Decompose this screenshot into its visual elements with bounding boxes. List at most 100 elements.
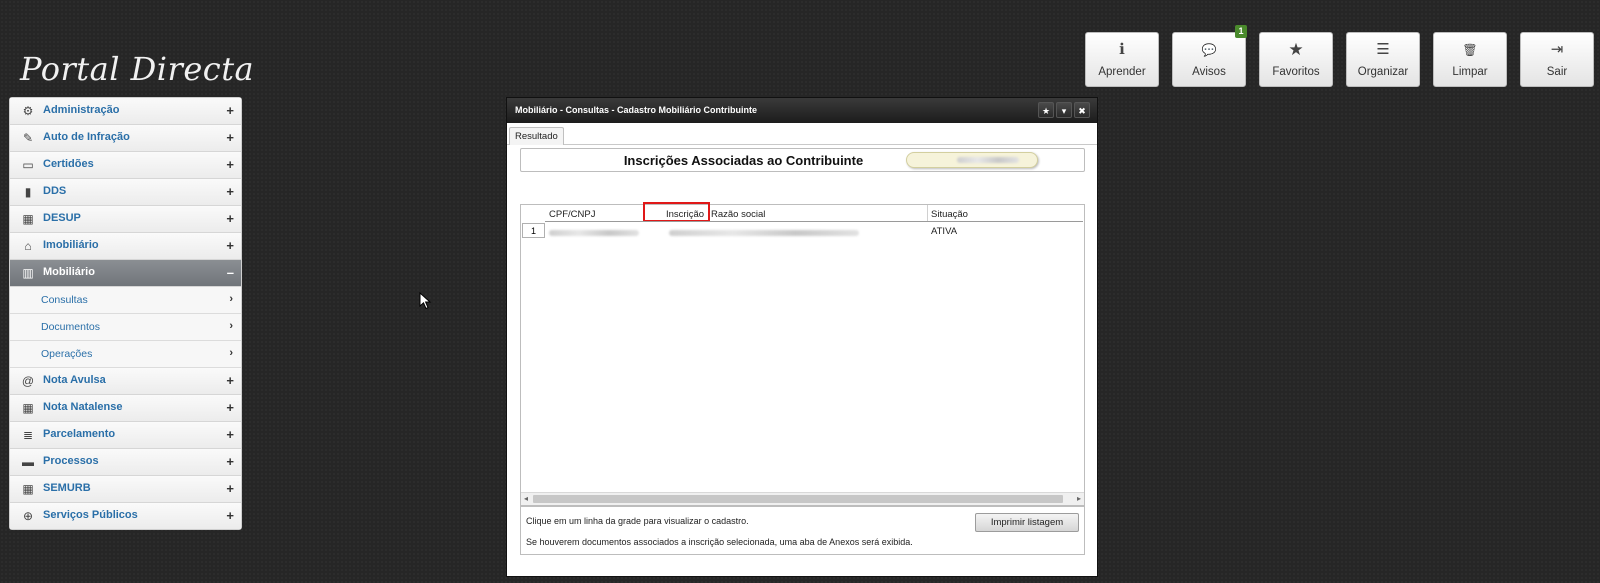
sidebar-item-nota-avulsa[interactable]: @ Nota Avulsa + — [10, 368, 241, 395]
window-titlebar[interactable]: Mobiliário - Consultas - Cadastro Mobili… — [507, 98, 1097, 123]
trash-icon: 🗑 — [1462, 43, 1478, 57]
expand-icon: + — [226, 184, 234, 199]
gear-icon: ⚙ — [22, 104, 34, 118]
building-icon: ▥ — [22, 266, 34, 280]
expand-icon: + — [226, 157, 234, 172]
window-menu-icon[interactable]: ▾ — [1056, 102, 1072, 118]
expand-icon: + — [226, 427, 234, 442]
submenu-item-label: Consultas — [41, 294, 88, 306]
favoritos-button[interactable]: ★ Favoritos — [1259, 32, 1333, 87]
sair-button[interactable]: ⇥ Sair — [1520, 32, 1594, 87]
scroll-left-icon[interactable]: ◂ — [524, 493, 528, 505]
chevron-right-icon: › — [229, 347, 233, 359]
organizar-button[interactable]: ☰ Organizar — [1346, 32, 1420, 87]
page-title: Inscrições Associadas ao Contribuinte — [623, 153, 864, 168]
contribuinte-id-field — [906, 152, 1038, 168]
sidebar-item-label: Nota Avulsa — [43, 374, 106, 386]
info-icon: ℹ — [1119, 41, 1125, 58]
mouse-cursor-icon — [419, 292, 432, 310]
chevron-right-icon: › — [229, 320, 233, 332]
sidebar-item-parcelamento[interactable]: ≣ Parcelamento + — [10, 422, 241, 449]
aprender-button[interactable]: ℹ Aprender — [1085, 32, 1159, 87]
sidebar-item-semurb[interactable]: ▦ SEMURB + — [10, 476, 241, 503]
document-icon: ▮ — [24, 185, 32, 199]
favorite-star-icon[interactable]: ★ — [1038, 102, 1054, 118]
sidebar-menu: ⚙ Administração + ✎ Auto de Infração + ▭… — [9, 97, 242, 530]
edit-icon: ✎ — [22, 131, 34, 145]
list-icon: ☰ — [1376, 41, 1390, 58]
sidebar-item-label: Mobiliário — [43, 266, 95, 278]
submenu-item-operacoes[interactable]: Operações › — [10, 341, 241, 368]
home-icon: ⌂ — [24, 239, 32, 253]
redacted-value — [957, 157, 1019, 163]
sidebar-item-processos[interactable]: ▬ Processos + — [10, 449, 241, 476]
limpar-button[interactable]: 🗑 Limpar — [1433, 32, 1507, 87]
at-icon: @ — [21, 374, 35, 388]
expand-icon: + — [226, 373, 234, 388]
app-logo: Portal Directa — [20, 50, 255, 88]
column-divider — [927, 205, 928, 221]
column-header-cpf-cnpj[interactable]: CPF/CNPJ — [549, 209, 595, 220]
sidebar-item-label: DESUP — [43, 212, 81, 224]
column-header-razao-social[interactable]: Razão social — [711, 209, 765, 220]
submenu-item-documentos[interactable]: Documentos › — [10, 314, 241, 341]
scroll-right-icon[interactable]: ▸ — [1077, 493, 1081, 505]
favoritos-label: Favoritos — [1272, 66, 1320, 78]
avisos-label: Avisos — [1192, 66, 1226, 78]
sidebar-item-label: Auto de Infração — [43, 131, 130, 143]
sidebar-item-certidoes[interactable]: ▭ Certidões + — [10, 152, 241, 179]
expand-icon: + — [226, 130, 234, 145]
expand-icon: + — [226, 238, 234, 253]
close-icon[interactable]: ✖ — [1074, 102, 1090, 118]
sidebar-item-nota-natalense[interactable]: ▦ Nota Natalense + — [10, 395, 241, 422]
submenu-item-label: Documentos — [41, 321, 100, 333]
collapse-icon: – — [226, 265, 234, 280]
sidebar-item-label: Certidões — [43, 158, 94, 170]
footer-info: Clique em um linha da grade para visuali… — [520, 506, 1085, 555]
grid-icon: ▦ — [22, 482, 34, 496]
grid-icon: ▦ — [22, 212, 34, 226]
horizontal-scrollbar[interactable]: ◂ ▸ — [521, 492, 1084, 505]
sidebar-item-label: SEMURB — [43, 482, 91, 494]
sidebar-item-dds[interactable]: ▮ DDS + — [10, 179, 241, 206]
stack-icon: ≣ — [22, 428, 34, 442]
sidebar-item-label: DDS — [43, 185, 67, 197]
sidebar-item-mobiliario[interactable]: ▥ Mobiliário – — [10, 260, 241, 287]
exit-icon: ⇥ — [1550, 41, 1564, 58]
tab-resultado[interactable]: Resultado — [509, 127, 564, 145]
submenu-item-consultas[interactable]: Consultas › — [10, 287, 241, 314]
row-number[interactable]: 1 — [522, 223, 545, 238]
sidebar-item-servicos-publicos[interactable]: ⊕ Serviços Públicos + — [10, 503, 241, 529]
column-header-situacao[interactable]: Situação — [931, 209, 968, 220]
header-divider — [545, 221, 1083, 222]
limpar-label: Limpar — [1452, 66, 1488, 78]
sidebar-item-auto-de-infracao[interactable]: ✎ Auto de Infração + — [10, 125, 241, 152]
sidebar-item-imobiliario[interactable]: ⌂ Imobiliário + — [10, 233, 241, 260]
grid-icon: ▦ — [22, 401, 34, 415]
globe-icon: ⊕ — [22, 509, 34, 523]
column-header-inscricao[interactable]: Inscrição — [666, 209, 704, 220]
expand-icon: + — [226, 103, 234, 118]
expand-icon: + — [226, 211, 234, 226]
avisos-button[interactable]: 1 💬 Avisos — [1172, 25, 1247, 87]
sair-label: Sair — [1546, 66, 1568, 78]
situacao-cell: ATIVA — [931, 226, 958, 237]
chat-icon: 💬 — [1201, 43, 1217, 57]
aprender-label: Aprender — [1098, 66, 1146, 78]
expand-icon: + — [226, 400, 234, 415]
sidebar-item-administracao[interactable]: ⚙ Administração + — [10, 98, 241, 125]
result-header: Inscrições Associadas ao Contribuinte — [520, 148, 1085, 172]
redacted-cpf-cnpj — [549, 230, 639, 236]
chevron-right-icon: › — [229, 293, 233, 305]
scrollbar-thumb[interactable] — [533, 495, 1063, 503]
sidebar-item-label: Administração — [43, 104, 120, 116]
sidebar-item-desup[interactable]: ▦ DESUP + — [10, 206, 241, 233]
folder-icon: ▬ — [22, 455, 34, 469]
inbox-icon: ▭ — [22, 158, 34, 172]
print-list-button[interactable]: Imprimir listagem — [975, 513, 1079, 532]
expand-icon: + — [226, 481, 234, 496]
sidebar-item-label: Imobiliário — [43, 239, 99, 251]
inscricoes-grid[interactable]: CPF/CNPJ Inscrição Razão social Situação… — [520, 202, 1085, 506]
expand-icon: + — [226, 454, 234, 469]
help-text-1: Clique em um linha da grade para visuali… — [526, 516, 749, 526]
